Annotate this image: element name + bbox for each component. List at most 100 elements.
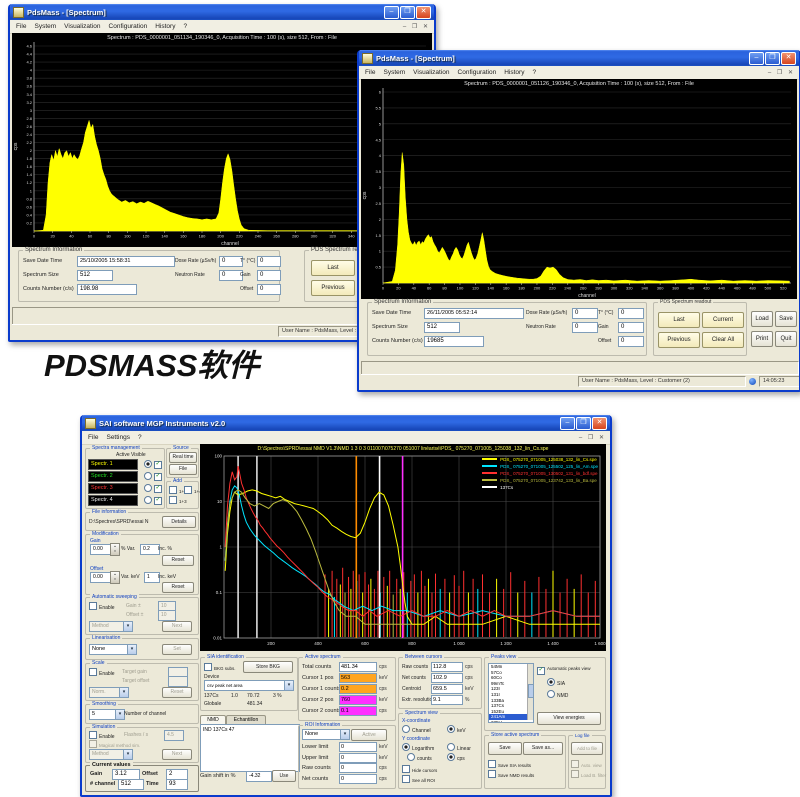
visible-checkbox[interactable]	[154, 484, 164, 493]
spectrum-size-field[interactable]: 512	[77, 270, 113, 281]
close-button[interactable]: ✕	[416, 6, 431, 19]
minimize-button[interactable]: –	[560, 417, 575, 430]
close-button[interactable]: ✕	[781, 52, 796, 65]
menu-item-system[interactable]: System	[379, 69, 409, 76]
add-1-4-checkbox[interactable]: 1+4	[184, 486, 202, 494]
maximize-button[interactable]: ❐	[576, 417, 591, 430]
active-radio[interactable]	[144, 484, 154, 493]
store-save-as-button[interactable]: Save as...	[523, 742, 563, 755]
row-value-field[interactable]: 0	[339, 742, 377, 752]
view-energies-button[interactable]: View energies	[537, 712, 601, 725]
gain-field[interactable]: 0	[257, 270, 281, 281]
add-1-3-checkbox[interactable]: 1+3	[169, 496, 187, 504]
save-sia-results-checkbox[interactable]: Save SIA results	[488, 760, 531, 768]
offset-field[interactable]: 0	[257, 284, 281, 295]
menu-item-history[interactable]: History	[500, 69, 528, 76]
menu-item-history[interactable]: History	[151, 23, 179, 30]
offset-field[interactable]: 0	[618, 336, 644, 347]
previous-button[interactable]: Previous	[311, 280, 355, 296]
gain-field[interactable]: 0	[618, 322, 644, 333]
save-button[interactable]: Save	[775, 311, 797, 327]
channel-radio[interactable]: Channel	[402, 725, 431, 734]
offset-reset-button[interactable]: Reset	[162, 582, 194, 593]
print-button[interactable]: Print	[751, 331, 773, 347]
current-button[interactable]: Current	[702, 312, 744, 328]
row-value-field[interactable]: 0.1	[339, 706, 377, 716]
store-save-button[interactable]: Save	[488, 742, 522, 755]
menu-item-file[interactable]: File	[84, 434, 102, 441]
offset-spinner[interactable]	[110, 571, 120, 584]
row-value-field[interactable]: 659.5	[431, 684, 463, 694]
linearisation-dropdown[interactable]: None	[89, 644, 137, 655]
file-source-button[interactable]: File	[169, 464, 197, 475]
minimize-button[interactable]: –	[749, 52, 764, 65]
row-value-field[interactable]: 481.34	[339, 662, 377, 672]
mdi-window-controls-icon[interactable]: – ❐ ✕	[579, 434, 608, 441]
menu-item-[interactable]: ?	[134, 434, 146, 441]
row-value-field[interactable]: 102.9	[431, 673, 463, 683]
logarithm-radio[interactable]: Logarithm	[402, 743, 434, 752]
titlebar[interactable]: PdsMass - [Spectrum] – ❐ ✕	[10, 4, 434, 20]
hide-cursors-checkbox[interactable]: Hide cursors	[402, 765, 437, 773]
roi-dropdown[interactable]: None	[302, 729, 350, 740]
quit-button[interactable]: Quit	[775, 331, 797, 347]
details-button[interactable]: Details	[162, 516, 196, 528]
last-button[interactable]: Last	[311, 260, 355, 276]
see-all-roi-checkbox[interactable]: See all ROI	[402, 775, 435, 783]
last-button[interactable]: Last	[658, 312, 700, 328]
peaks-list-item[interactable]: 235U	[489, 720, 533, 723]
menu-item-visualization[interactable]: Visualization	[409, 69, 453, 76]
dose-rate-field[interactable]: 0	[572, 308, 598, 319]
sia-radio[interactable]: SIA	[547, 678, 565, 687]
maximize-button[interactable]: ❐	[400, 6, 415, 19]
menu-item-visualization[interactable]: Visualization	[60, 23, 104, 30]
sweeping-enable-checkbox[interactable]: Enable	[89, 602, 115, 611]
titlebar[interactable]: SAI software MGP Instruments v2.0 – ❐ ✕	[82, 415, 610, 431]
active-radio[interactable]	[144, 472, 154, 481]
row-value-field[interactable]: 0	[339, 753, 377, 763]
linear-radio[interactable]: Linear	[447, 743, 471, 752]
save-nmd-results-checkbox[interactable]: Save NMD results	[488, 770, 534, 778]
visible-checkbox[interactable]	[154, 496, 164, 505]
counts-number-field[interactable]: 19685	[424, 336, 484, 347]
neutron-rate-field[interactable]: 0	[572, 322, 598, 333]
spectrum-size-field[interactable]: 512	[424, 322, 460, 333]
titlebar[interactable]: PdsMass - [Spectrum] – ❐ ✕	[359, 50, 799, 66]
row-value-field[interactable]: 9.1	[431, 695, 463, 705]
menu-item-file[interactable]: File	[361, 69, 379, 76]
save-date-field[interactable]: 26/11/2005 05:52:14	[424, 308, 524, 319]
smoothing-dropdown[interactable]: 5	[89, 709, 125, 720]
mdi-window-controls-icon[interactable]: – ❐ ✕	[768, 69, 797, 76]
maximize-button[interactable]: ❐	[765, 52, 780, 65]
counts-number-field[interactable]: 198.98	[77, 284, 137, 295]
menu-item-settings[interactable]: Settings	[102, 434, 134, 441]
menu-item-configuration[interactable]: Configuration	[105, 23, 152, 30]
gain-inc-field[interactable]: 0.2	[140, 544, 160, 555]
store-bkg-button[interactable]: Store BKG	[243, 661, 293, 673]
row-value-field[interactable]: 112.8	[431, 662, 463, 672]
row-value-field[interactable]: 563	[339, 673, 377, 683]
temp-field[interactable]: 0	[618, 308, 644, 319]
counts-radio[interactable]: counts	[407, 753, 432, 762]
previous-button[interactable]: Previous	[658, 332, 700, 348]
visible-checkbox[interactable]	[154, 472, 164, 481]
clear-all-button[interactable]: Clear All	[702, 332, 744, 348]
automatic-peaks-checkbox[interactable]: Automatic peaks view	[537, 666, 591, 675]
menu-item-configuration[interactable]: Configuration	[454, 69, 501, 76]
menu-item-file[interactable]: File	[12, 23, 30, 30]
peaks-scrollbar[interactable]	[527, 664, 533, 720]
bkg-subs-checkbox[interactable]: BKG subs.	[204, 663, 236, 671]
row-value-field[interactable]: 0	[339, 763, 377, 773]
gain-spinner[interactable]	[110, 543, 120, 556]
menu-item-[interactable]: ?	[179, 23, 191, 30]
save-date-field[interactable]: 25/10/2005 15:58:31	[77, 256, 175, 267]
mdi-window-controls-icon[interactable]: – ❐ ✕	[403, 23, 432, 30]
real-time-button[interactable]: Real time	[169, 452, 197, 463]
row-value-field[interactable]: 760	[339, 695, 377, 705]
load-button[interactable]: Load	[751, 311, 773, 327]
gain-shift-field[interactable]: -4.32	[246, 771, 272, 782]
simulation-enable-checkbox[interactable]: Enable	[89, 731, 115, 740]
kev-radio[interactable]: keV	[447, 725, 466, 734]
cps-radio[interactable]: cps	[447, 753, 465, 762]
active-radio[interactable]	[144, 460, 154, 469]
